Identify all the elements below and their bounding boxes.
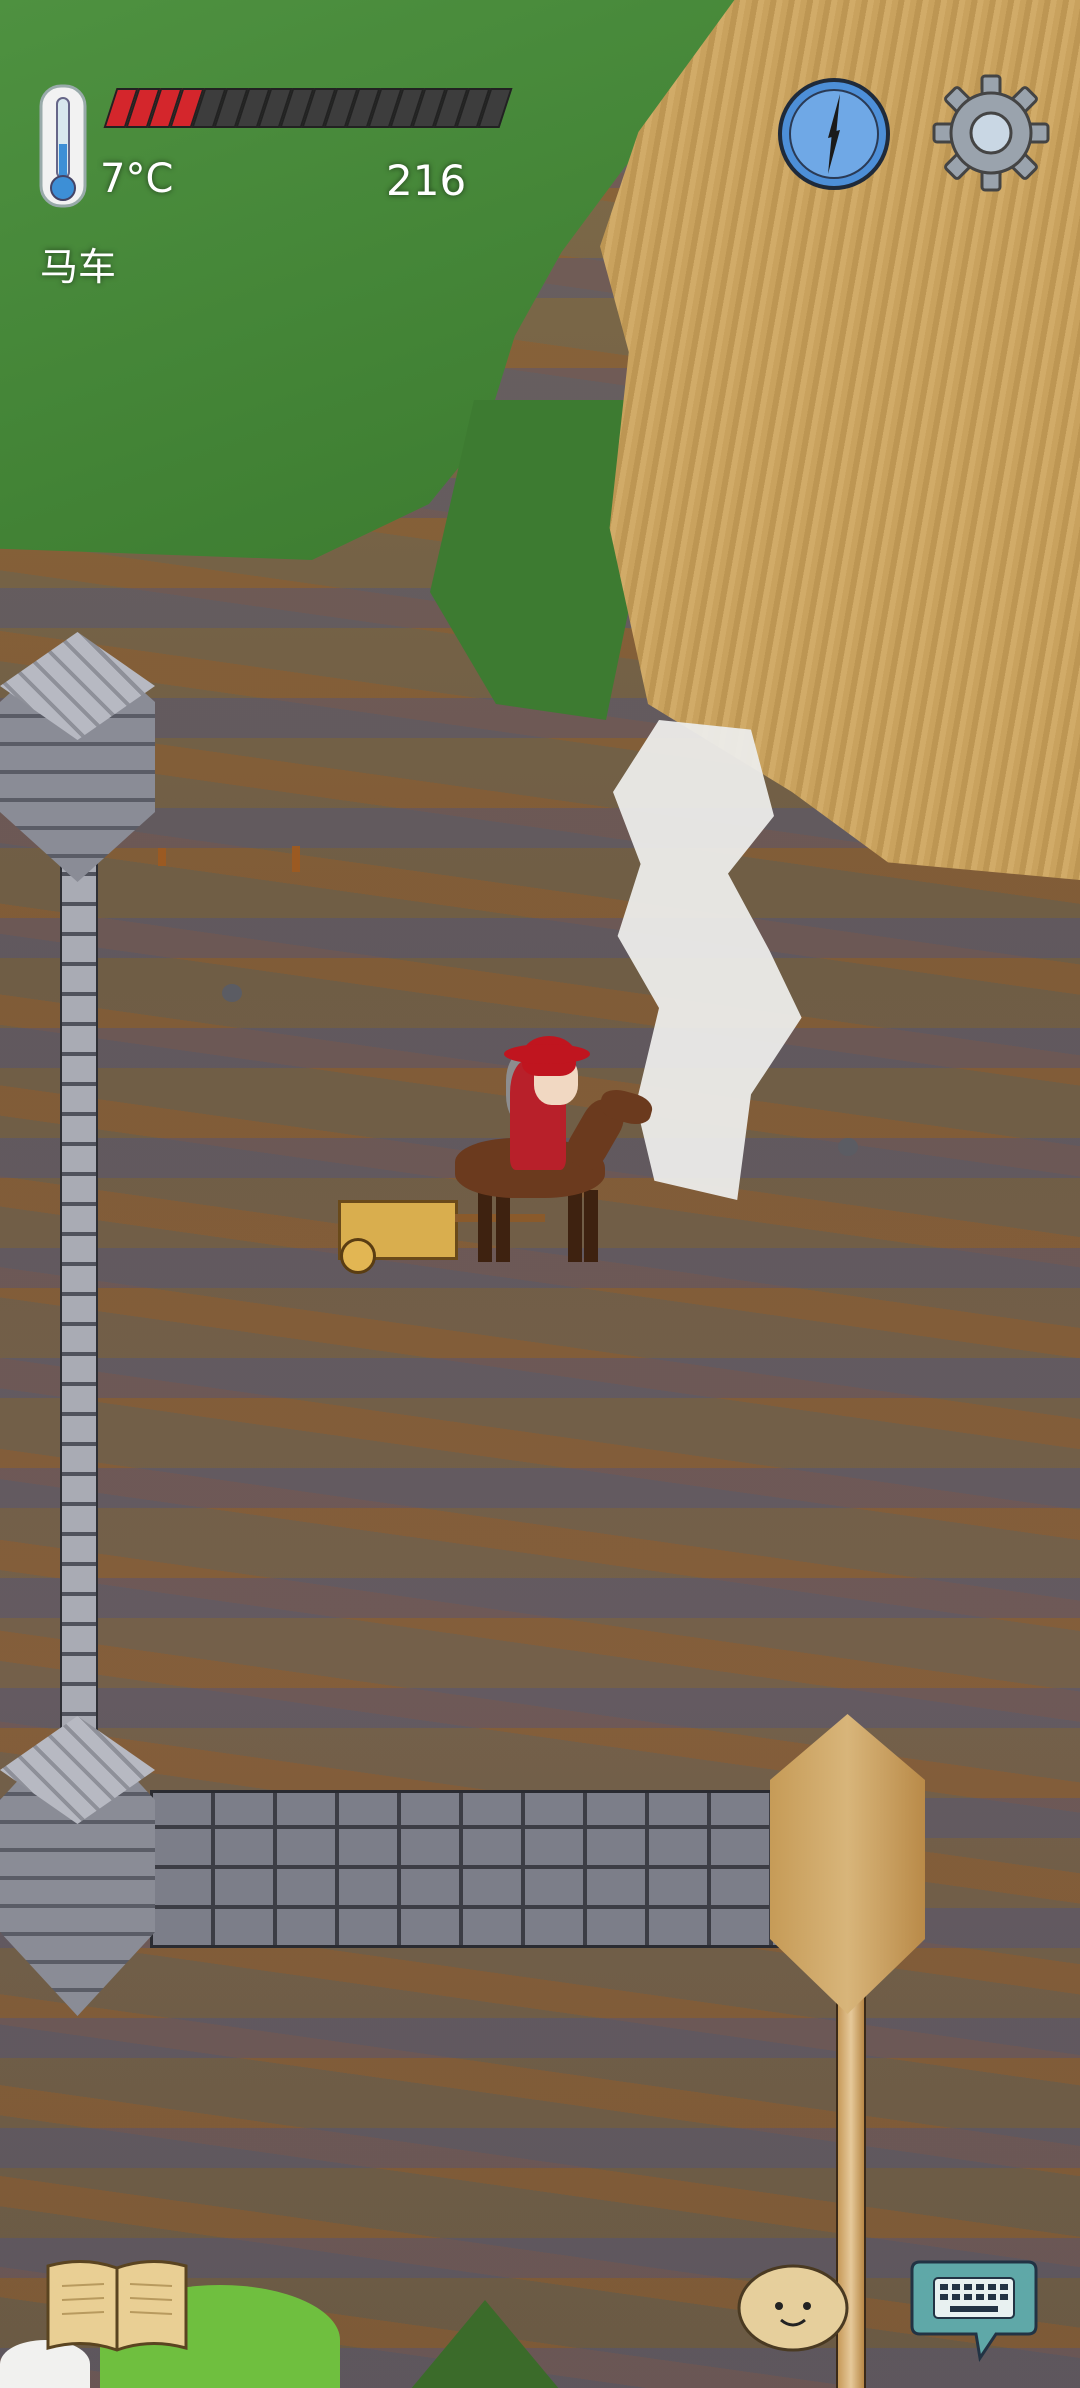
thermometer-icon — [38, 84, 88, 212]
red-hat-brim — [504, 1044, 590, 1064]
cart-wheel — [340, 1238, 376, 1274]
sprout[interactable] — [158, 848, 166, 866]
emote-face-icon[interactable] — [735, 2258, 851, 2354]
pebble[interactable] — [838, 1138, 858, 1156]
hunger-bar — [103, 88, 513, 128]
horse-leg — [584, 1190, 598, 1262]
temperature-readout: 7°C — [100, 156, 174, 202]
gear-icon[interactable] — [930, 72, 1052, 194]
pebble[interactable] — [222, 984, 242, 1002]
held-item-label: 马车 — [40, 245, 117, 289]
horse-leg — [478, 1190, 492, 1262]
compass-icon[interactable] — [776, 76, 892, 192]
sprout[interactable] — [292, 846, 300, 872]
horse-leg — [568, 1190, 582, 1262]
book-icon[interactable] — [44, 2256, 190, 2356]
game-world[interactable] — [0, 0, 1080, 2388]
stone-wall-horizontal — [150, 1790, 780, 1948]
keyboard-chat-icon[interactable] — [910, 2252, 1038, 2364]
stone-wall-vertical — [60, 780, 98, 1744]
score-counter: 216 — [386, 156, 467, 205]
horse-leg — [496, 1190, 510, 1262]
